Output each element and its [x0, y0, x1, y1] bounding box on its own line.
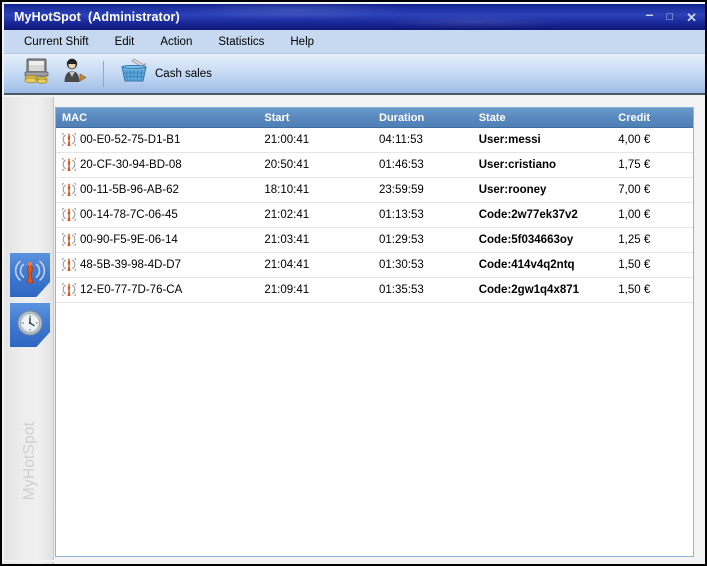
cell-mac: 00-11-5B-96-AB-62: [56, 182, 258, 198]
wifi-antenna-icon: [62, 232, 76, 248]
cash-sales-label: Cash sales: [155, 67, 212, 80]
cell-mac-text: 20-CF-30-94-BD-08: [80, 159, 182, 171]
cell-mac-text: 00-14-78-7C-06-45: [80, 209, 178, 221]
cell-mac: 00-E0-52-75-D1-B1: [56, 132, 258, 148]
hotspot-antenna-icon: [14, 258, 46, 293]
window-controls: – □ ✕: [646, 4, 697, 30]
wifi-antenna-icon: [62, 282, 76, 298]
cell-mac: 48-5B-39-98-4D-D7: [56, 257, 258, 273]
menu-item-help[interactable]: Help: [288, 34, 316, 50]
cell-state: Code:2gw1q4x871: [478, 284, 580, 296]
cash-register-button[interactable]: [18, 56, 56, 92]
cell-start: 21:04:41: [264, 259, 310, 271]
column-header-start[interactable]: Start: [258, 112, 373, 124]
cell-state: Code:414v4q2ntq: [478, 259, 575, 271]
wifi-antenna-icon: [62, 207, 76, 223]
table-row[interactable]: 00-E0-52-75-D1-B1 21:00:41 04:11:53 User:me…: [56, 128, 693, 153]
cell-start: 21:00:41: [264, 134, 310, 146]
sidebar-item-hotspot[interactable]: [10, 253, 50, 297]
minimize-button[interactable]: –: [646, 7, 654, 21]
user-logout-button[interactable]: [56, 56, 94, 92]
app-window: MyHotSpot (Administrator) – □ ✕ Current …: [0, 0, 707, 566]
table-row[interactable]: 00-14-78-7C-06-45 21:02:41 01:13:53 Code:2w…: [56, 203, 693, 228]
clock-icon: [15, 308, 45, 343]
wifi-antenna-icon: [62, 132, 76, 148]
table-body: 00-E0-52-75-D1-B1 21:00:41 04:11:53 User:me…: [56, 128, 693, 303]
table-row[interactable]: 48-5B-39-98-4D-D7 21:04:41 01:30:53 Code:41…: [56, 253, 693, 278]
cell-duration: 01:29:53: [379, 234, 424, 246]
toolbar-separator: [103, 60, 104, 87]
cell-credit: 1,50 €: [618, 259, 651, 271]
cell-state: User:cristiano: [478, 159, 557, 171]
cell-credit: 1,50 €: [618, 284, 651, 296]
table-row[interactable]: 12-E0-77-7D-76-CA 21:09:41 01:35:53 Code:2g…: [56, 278, 693, 303]
content-area: MAC Start Duration State Credit 00-E0-52…: [55, 97, 705, 564]
cell-credit: 1,75 €: [618, 159, 651, 171]
cell-duration: 04:11:53: [379, 134, 423, 146]
cell-mac-text: 00-90-F5-9E-06-14: [80, 234, 178, 246]
cell-mac: 20-CF-30-94-BD-08: [56, 157, 258, 173]
wifi-antenna-icon: [62, 257, 76, 273]
sidebar-item-shift-clock[interactable]: [10, 303, 50, 347]
cell-duration: 01:13:53: [379, 209, 424, 221]
menu-item-statistics[interactable]: Statistics: [216, 34, 266, 50]
table-row[interactable]: 00-11-5B-96-AB-62 18:10:41 23:59:59 User:ro…: [56, 178, 693, 203]
table-header-row: MAC Start Duration State Credit: [56, 108, 693, 128]
cell-start: 21:02:41: [264, 209, 310, 221]
column-header-state[interactable]: State: [473, 112, 613, 124]
close-button[interactable]: ✕: [686, 11, 697, 24]
cell-start: 20:50:41: [264, 159, 310, 171]
cell-start: 21:09:41: [264, 284, 310, 296]
cell-credit: 4,00 €: [618, 134, 651, 146]
cell-duration: 23:59:59: [379, 184, 424, 196]
menu-item-current-shift[interactable]: Current Shift: [22, 34, 91, 50]
cell-credit: 1,00 €: [618, 209, 651, 221]
maximize-button[interactable]: □: [666, 11, 673, 24]
sessions-table: MAC Start Duration State Credit 00-E0-52…: [55, 107, 694, 557]
sidebar: MyHotSpot: [4, 97, 54, 564]
table-row[interactable]: 00-90-F5-9E-06-14 21:03:41 01:29:53 Code:5f…: [56, 228, 693, 253]
cell-state: Code:5f034663oy: [478, 234, 574, 246]
cell-state: User:messi: [478, 134, 541, 146]
table-row[interactable]: 20-CF-30-94-BD-08 20:50:41 01:46:53 User:cr…: [56, 153, 693, 178]
menu-item-edit[interactable]: Edit: [113, 34, 137, 50]
cell-mac: 00-90-F5-9E-06-14: [56, 232, 258, 248]
cell-mac: 12-E0-77-7D-76-CA: [56, 282, 258, 298]
cell-duration: 01:30:53: [379, 259, 424, 271]
menu-item-action[interactable]: Action: [158, 34, 194, 50]
cash-sales-basket-icon: [117, 56, 149, 91]
menu-bar: Current Shift Edit Action Statistics Hel…: [4, 30, 705, 54]
column-header-credit[interactable]: Credit: [612, 112, 693, 124]
wifi-antenna-icon: [62, 157, 76, 173]
toolbar: Cash sales: [4, 54, 705, 95]
cell-duration: 01:35:53: [379, 284, 424, 296]
cell-credit: 1,25 €: [618, 234, 651, 246]
cell-start: 21:03:41: [264, 234, 310, 246]
cell-mac: 00-14-78-7C-06-45: [56, 207, 258, 223]
cell-duration: 01:46:53: [379, 159, 424, 171]
cell-mac-text: 00-E0-52-75-D1-B1: [80, 134, 181, 146]
cell-state: User:rooney: [478, 184, 547, 196]
cash-sales-button[interactable]: Cash sales: [113, 56, 216, 92]
cell-mac-text: 00-11-5B-96-AB-62: [80, 184, 179, 196]
wifi-antenna-icon: [62, 182, 76, 198]
cell-start: 18:10:41: [264, 184, 310, 196]
cash-register-icon: [22, 56, 52, 91]
cell-mac-text: 48-5B-39-98-4D-D7: [80, 259, 181, 271]
sidebar-brand-label: MyHotSpot: [21, 421, 38, 501]
user-logout-icon: [60, 56, 90, 91]
cell-credit: 7,00 €: [618, 184, 651, 196]
window-bottom-edge: [4, 560, 705, 562]
window-title: MyHotSpot (Administrator): [14, 10, 180, 24]
cell-state: Code:2w77ek37v2: [478, 209, 578, 221]
cell-mac-text: 12-E0-77-7D-76-CA: [80, 284, 183, 296]
title-bar: MyHotSpot (Administrator) – □ ✕: [4, 4, 705, 30]
column-header-mac[interactable]: MAC: [56, 112, 258, 124]
column-header-duration[interactable]: Duration: [373, 112, 473, 124]
